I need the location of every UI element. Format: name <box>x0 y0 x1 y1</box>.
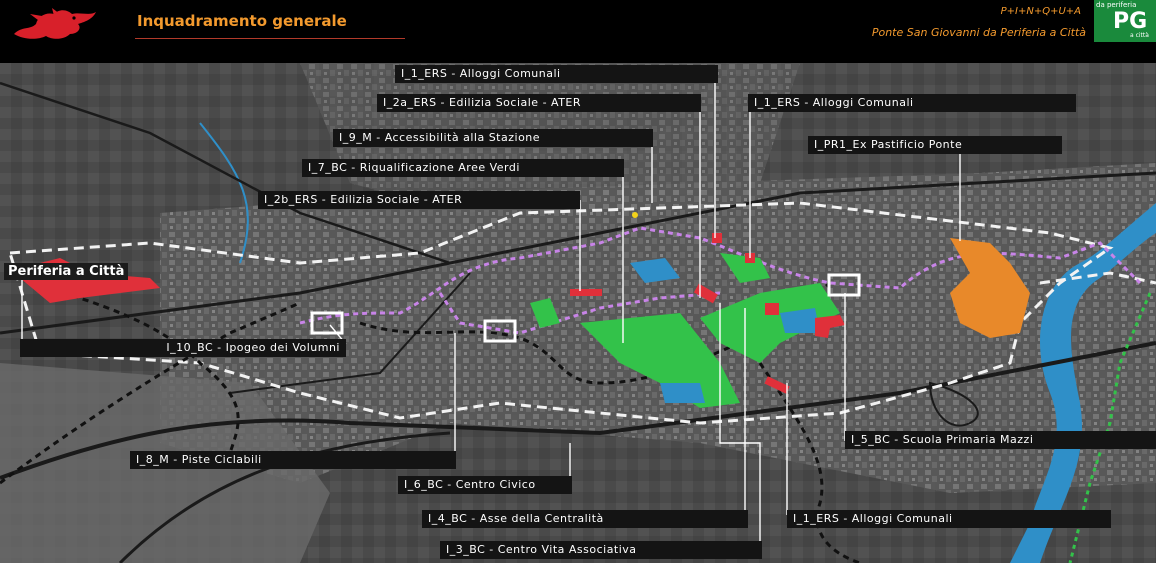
aerial-map: Periferia a Città I_1_ERS - Alloggi Comu… <box>0 63 1156 563</box>
label-alloggi-comunali-south: I_1_ERS - Alloggi Comunali <box>787 510 1111 528</box>
label-asse-centralita: I_4_BC - Asse della Centralità <box>422 510 748 528</box>
label-alloggi-comunali-east: I_1_ERS - Alloggi Comunali <box>748 94 1076 112</box>
pg-logo-badge: da periferia PG a città <box>1094 0 1156 42</box>
badge-main-text: PG <box>1113 9 1148 34</box>
badge-bottom-text: a città <box>1130 32 1149 39</box>
red-griffin-icon <box>14 8 96 39</box>
label-piste-ciclabili: I_8_M - Piste Ciclabili <box>130 451 456 469</box>
label-centro-vita-associativa: I_3_BC - Centro Vita Associativa <box>440 541 762 559</box>
label-edilizia-sociale-2b: I_2b_ERS - Edilizia Sociale - ATER <box>258 191 580 209</box>
station-point <box>632 212 638 218</box>
pool-blue-2 <box>660 383 705 403</box>
red-building-5 <box>765 303 779 315</box>
project-subtitle: Ponte San Giovanni da Periferia a Città <box>871 26 1086 39</box>
label-ipogeo-volumni: I_10_BC - Ipogeo dei Volumni <box>20 339 346 357</box>
badge-top-text: da periferia <box>1096 1 1137 9</box>
header-bar: Inquadramento generale P+I+N+Q+U+A Ponte… <box>0 0 1156 63</box>
label-scuola-primaria: I_5_BC - Scuola Primaria Mazzi <box>845 431 1156 449</box>
red-building-3 <box>712 233 722 243</box>
red-building-1 <box>570 289 602 296</box>
label-alloggi-comunali-north: I_1_ERS - Alloggi Comunali <box>395 65 718 83</box>
label-ex-pastificio: I_PR1_Ex Pastificio Ponte <box>808 136 1062 154</box>
page-title: Inquadramento generale <box>137 12 347 30</box>
project-code: P+I+N+Q+U+A <box>1000 6 1081 17</box>
label-edilizia-sociale-2a: I_2a_ERS - Edilizia Sociale - ATER <box>377 94 701 112</box>
area-title: Periferia a Città <box>4 263 129 280</box>
label-aree-verdi: I_7_BC - Riqualificazione Aree Verdi <box>302 159 624 177</box>
label-centro-civico: I_6_BC - Centro Civico <box>398 476 572 494</box>
title-underline <box>135 38 405 39</box>
label-accessibilita-stazione: I_9_M - Accessibilità alla Stazione <box>333 129 653 147</box>
map-presentation-slide: Inquadramento generale P+I+N+Q+U+A Ponte… <box>0 0 1156 563</box>
